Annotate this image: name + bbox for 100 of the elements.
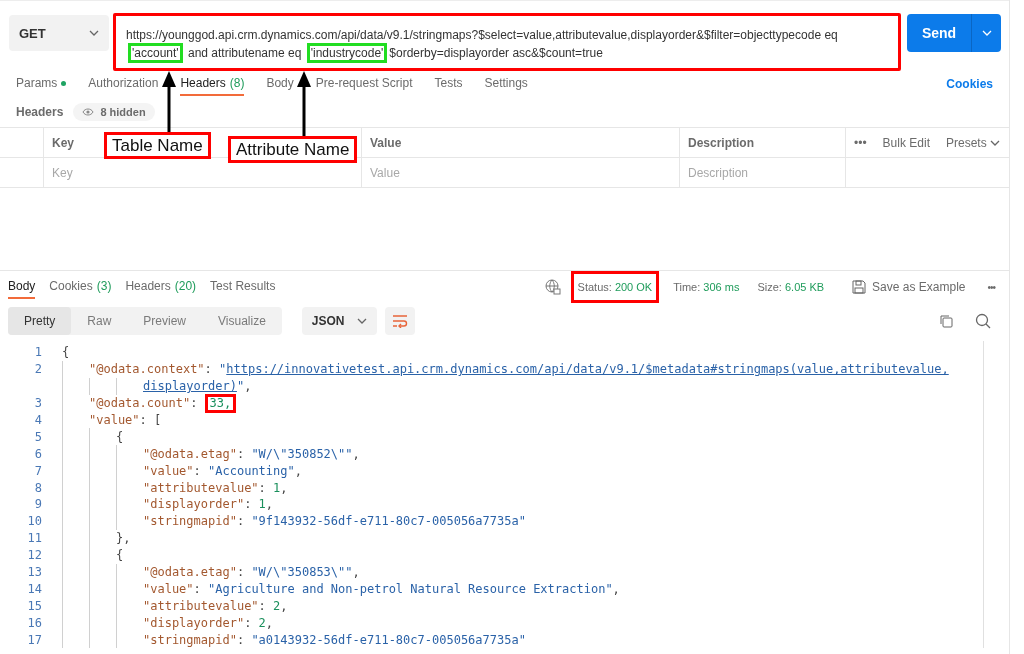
code-token: "9f143932-56df-e711-80c7-005056a7735a"	[251, 514, 526, 529]
code-token: :	[258, 480, 267, 495]
code-token: "	[236, 379, 245, 394]
line-number: 14	[26, 581, 43, 596]
request-tab[interactable]: Headers (8)	[180, 72, 245, 96]
request-tab[interactable]: Settings	[484, 72, 528, 96]
response-tab[interactable]: Cookies (3)	[49, 275, 112, 299]
code-token: ,	[244, 379, 252, 394]
eye-icon	[82, 108, 95, 116]
search-button[interactable]	[975, 313, 991, 329]
copy-button[interactable]	[939, 314, 953, 328]
send-button[interactable]: Send	[907, 14, 971, 52]
code-token: :	[244, 615, 253, 630]
request-tab[interactable]: Pre-request Script	[315, 72, 413, 96]
code-token: "value"	[143, 581, 194, 596]
code-token: ,	[280, 598, 288, 613]
hidden-headers-toggle[interactable]: 8 hidden	[73, 103, 155, 121]
code-token: ,	[280, 480, 288, 495]
table-action[interactable]: Presets	[945, 135, 1000, 150]
code-token: },	[116, 531, 131, 546]
code-token: "stringmapid"	[143, 632, 237, 647]
send-options-button[interactable]	[971, 14, 1001, 52]
wrap-lines-button[interactable]	[384, 307, 415, 335]
code-token: "	[219, 362, 227, 377]
response-tab[interactable]: Test Results	[210, 275, 276, 299]
chevron-down-icon	[989, 139, 1000, 146]
code-token: "a0143932-56df-e711-80c7-005056a7735a"	[251, 632, 526, 647]
code-token: :	[190, 396, 199, 411]
line-number: 3	[33, 396, 43, 411]
response-tab[interactable]: Body	[8, 275, 36, 299]
chevron-down-icon	[356, 318, 367, 324]
code-token: 1	[273, 480, 281, 495]
code-token: :	[244, 497, 253, 512]
search-icon	[975, 313, 991, 329]
line-number: 17	[26, 632, 43, 647]
request-tab[interactable]: Tests	[434, 72, 463, 96]
code-token: {	[62, 345, 70, 360]
wrap-icon	[391, 314, 408, 328]
code-token: :	[236, 632, 246, 647]
caret-icon	[981, 30, 992, 36]
code-token: {	[116, 429, 124, 444]
code-token: "attributevalue"	[143, 480, 259, 495]
link[interactable]: https://innovativetest.api.crm.dynamics.com/api/data/v9.1/$metadata#stringmaps(value,attributevalue,	[226, 362, 949, 377]
code-token: : [	[139, 413, 162, 427]
link[interactable]: displayorder)	[143, 379, 237, 394]
section-title: Headers	[16, 105, 64, 119]
request-tab[interactable]: Params	[16, 72, 67, 96]
code-token: :	[236, 514, 246, 529]
line-number: 4	[33, 413, 43, 427]
method-select[interactable]: GET	[9, 15, 109, 51]
view-mode-tab[interactable]: Pretty	[8, 307, 72, 335]
request-tab[interactable]: Body	[266, 72, 294, 96]
format-select[interactable]: JSON	[301, 307, 377, 335]
code-token: ,	[352, 565, 360, 579]
view-mode-tab[interactable]: Raw	[71, 307, 128, 335]
save-example-button[interactable]: Save as Example	[846, 279, 972, 295]
arrow	[162, 71, 176, 135]
line-number: 7	[33, 463, 43, 478]
url-field[interactable]: https://younggod.api.crm.dynamics.com/api/data/v9.1/stringmaps?$select=value,attributevalue,displayorder&$filter=objecttypecode eq 'account' and attributename eq 'industrycode' $orderby=displayorder asc&$count=true	[113, 13, 901, 71]
view-mode-tab[interactable]: Visualize	[202, 307, 282, 335]
more-button[interactable]: •••	[981, 280, 1001, 294]
code-token: "W/\"350853\""	[251, 565, 353, 579]
line-number: 9	[33, 497, 43, 512]
code-token: "W/\"350852\""	[251, 446, 353, 461]
line-number: 16	[26, 615, 43, 630]
code-token: 1	[258, 497, 266, 512]
view-mode-tab[interactable]: Preview	[127, 307, 203, 335]
line-number: 1	[33, 345, 43, 360]
code-token: 2	[258, 615, 266, 630]
table-action[interactable]: •••	[854, 135, 867, 150]
line-number: 6	[33, 446, 43, 461]
code-token: 33,	[204, 393, 237, 413]
code-token: {	[116, 548, 124, 563]
cookies-link[interactable]: Cookies	[946, 77, 993, 91]
annotation-label: Table Name	[104, 132, 211, 159]
line-number: 8	[33, 480, 43, 495]
code-token: :	[258, 598, 267, 613]
globe-lock-icon	[544, 279, 561, 295]
code-token: "@odata.context"	[89, 362, 205, 377]
response-stat: Size: 6.05 KB	[756, 280, 826, 295]
code-token: :	[236, 446, 246, 461]
code-token: ,	[352, 446, 360, 461]
table-action[interactable]: Bulk Edit	[882, 135, 930, 150]
code-token: :	[204, 362, 213, 377]
code-token: "displayorder"	[143, 497, 245, 512]
code-token: "@odata.etag"	[143, 446, 237, 461]
chevron-down-icon	[89, 30, 99, 36]
code-token: :	[193, 581, 202, 596]
code-token: "displayorder"	[143, 615, 245, 630]
response-tab[interactable]: Headers (20)	[125, 275, 197, 299]
code-token: "value"	[89, 413, 140, 427]
line-number: 2	[33, 362, 43, 377]
arrow	[297, 71, 311, 139]
response-stat: Status: 200 OK	[570, 271, 660, 303]
column-header: Value	[361, 128, 679, 158]
code-token: ,	[612, 581, 620, 596]
code-token: 2	[273, 598, 281, 613]
line-number: 13	[26, 565, 43, 579]
code-token: ,	[294, 463, 302, 478]
request-tab[interactable]: Authorization	[88, 72, 159, 96]
